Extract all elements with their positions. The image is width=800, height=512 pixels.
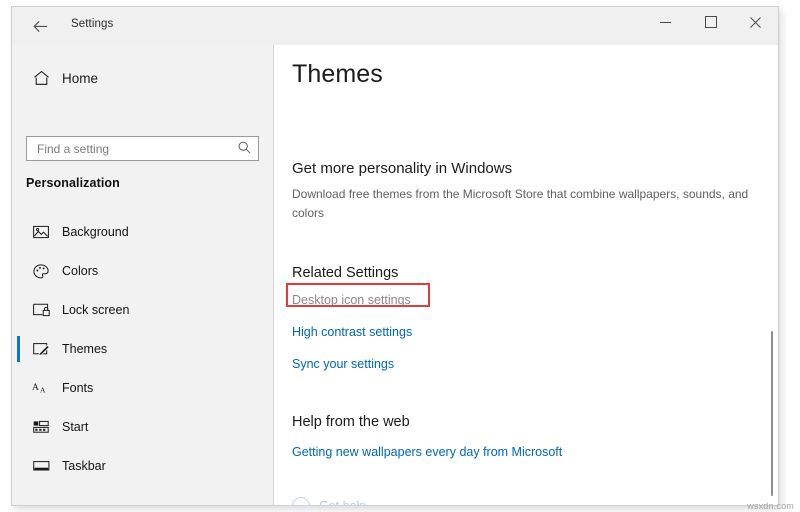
- get-help-label: Get help: [319, 499, 367, 506]
- section-heading-related-settings: Related Settings: [292, 265, 399, 281]
- fonts-aa-icon: A A: [24, 381, 58, 395]
- themes-brush-icon: [24, 342, 58, 357]
- sidebar-item-label: Taskbar: [62, 459, 106, 473]
- selection-indicator: [17, 375, 20, 401]
- page-title: Themes: [292, 60, 383, 88]
- back-arrow-icon: [32, 20, 48, 33]
- sidebar-item-fonts[interactable]: A A Fonts: [12, 373, 273, 403]
- sidebar-item-label: Colors: [62, 264, 99, 278]
- lock-screen-icon: [24, 303, 58, 317]
- minimize-button[interactable]: [643, 7, 688, 37]
- sidebar-nav-list: Background Colors Lock screen Themes A A…: [12, 217, 273, 490]
- sidebar-item-start[interactable]: Start: [12, 412, 273, 442]
- scrollbar-thumb[interactable]: [771, 331, 773, 496]
- sidebar-item-label: Start: [62, 420, 89, 434]
- title-bar: Settings: [12, 7, 778, 45]
- palette-icon: [24, 263, 58, 279]
- sidebar-home-label: Home: [62, 70, 99, 86]
- selection-indicator: [17, 453, 20, 479]
- picture-icon: [24, 225, 58, 239]
- svg-text:A: A: [40, 386, 46, 395]
- search-input[interactable]: [37, 141, 227, 156]
- taskbar-icon: [24, 460, 58, 472]
- close-button[interactable]: [733, 7, 778, 37]
- get-help-row[interactable]: Get help: [292, 497, 367, 506]
- maximize-button[interactable]: [688, 7, 733, 37]
- maximize-icon: [704, 16, 717, 28]
- link-getting-new-wallpapers[interactable]: Getting new wallpapers every day from Mi…: [292, 445, 562, 459]
- sidebar-item-lock-screen[interactable]: Lock screen: [12, 295, 273, 325]
- sidebar-category-label: Personalization: [26, 176, 120, 190]
- question-circle-icon: [292, 497, 310, 505]
- home-icon: [24, 70, 58, 86]
- sidebar-item-colors[interactable]: Colors: [12, 256, 273, 286]
- sidebar: Home Personalization: [12, 45, 273, 505]
- search-icon: [238, 141, 251, 154]
- sidebar-item-label: Lock screen: [62, 303, 130, 317]
- settings-window: Settings Home Find a setting Personaliza…: [11, 6, 779, 506]
- main-content: Themes Get more personality in Windows D…: [274, 45, 778, 506]
- minimize-icon: [660, 21, 671, 23]
- selection-indicator: [17, 414, 20, 440]
- sidebar-item-taskbar[interactable]: Taskbar: [12, 451, 273, 481]
- link-desktop-icon-settings[interactable]: Desktop icon settings: [292, 293, 411, 307]
- sidebar-item-label: Fonts: [62, 381, 94, 395]
- selection-indicator: [17, 258, 20, 284]
- back-button[interactable]: [22, 13, 58, 39]
- selection-indicator: [17, 219, 20, 245]
- selection-indicator: [17, 336, 20, 362]
- window-title: Settings: [71, 18, 114, 30]
- sidebar-item-themes[interactable]: Themes: [12, 334, 273, 364]
- section-heading-help-from-web: Help from the web: [292, 414, 410, 430]
- svg-text:A: A: [32, 383, 39, 393]
- selection-indicator: [17, 297, 20, 323]
- sidebar-item-home[interactable]: Home: [12, 63, 273, 93]
- section-body-personality: Download free themes from the Microsoft …: [292, 187, 749, 220]
- close-icon: [750, 16, 761, 28]
- sidebar-item-background[interactable]: Background: [12, 217, 273, 247]
- start-tiles-icon: [24, 420, 58, 434]
- watermark: wsxdn.com: [747, 501, 794, 511]
- link-high-contrast-settings[interactable]: High contrast settings: [292, 325, 412, 339]
- search-box[interactable]: [26, 136, 259, 161]
- link-sync-your-settings[interactable]: Sync your settings: [292, 357, 394, 371]
- sidebar-item-label: Themes: [62, 342, 108, 356]
- section-heading-personality: Get more personality in Windows: [292, 160, 513, 177]
- vertical-scrollbar[interactable]: [766, 45, 778, 505]
- sidebar-item-label: Background: [62, 225, 129, 239]
